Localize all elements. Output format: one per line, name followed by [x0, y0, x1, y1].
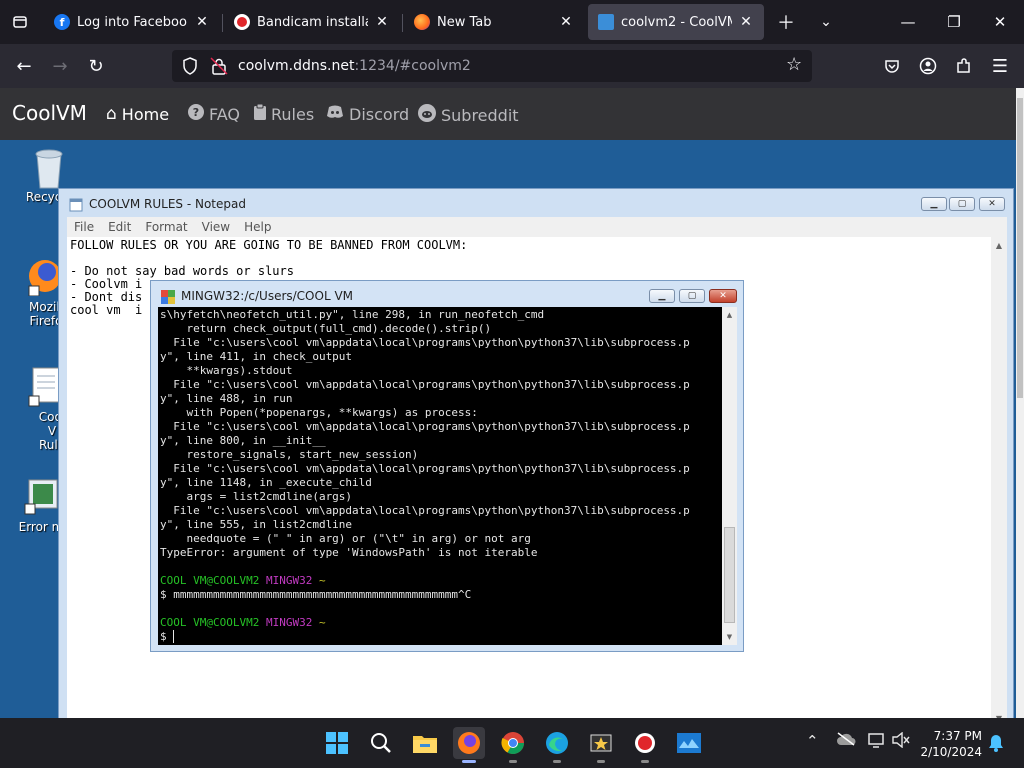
reddit-icon: [418, 104, 436, 127]
notepad-title: COOLVM RULES - Notepad: [89, 197, 246, 211]
notepad-scrollbar[interactable]: ▲ ▼: [991, 237, 1007, 718]
clipboard-icon: [254, 103, 266, 125]
volume-muted-icon[interactable]: [892, 731, 910, 752]
terminal-title: MINGW32:/c/Users/COOL VM: [181, 289, 354, 303]
nav-rules[interactable]: Rules: [254, 103, 314, 125]
terminal-output[interactable]: s\hyfetch\neofetch_util.py", line 298, i…: [158, 307, 722, 645]
system-clock[interactable]: 7:37 PM 2/10/2024: [914, 728, 982, 760]
menu-edit[interactable]: Edit: [108, 220, 131, 234]
video-editor-icon[interactable]: [585, 727, 617, 763]
start-windows-icon[interactable]: [321, 727, 353, 759]
page-lock-icon[interactable]: [210, 57, 228, 79]
tab-new-tab[interactable]: New Tab ✕: [404, 4, 584, 40]
mingw-icon: [161, 289, 175, 308]
site-brand[interactable]: CoolVM: [12, 101, 87, 125]
tab-strip: f Log into Facebook | Fa ✕ Bandicam inst…: [0, 0, 1024, 44]
question-icon: ?: [188, 104, 204, 125]
site-header: CoolVM ⌂ Home ? FAQ Rules Discord Subredd…: [0, 88, 1024, 140]
text-cursor: [173, 630, 181, 643]
taskbar: ⌃ 7:37 PM 2/10/2024: [0, 718, 1024, 768]
file-explorer-icon[interactable]: [409, 727, 441, 759]
minimize-icon[interactable]: ▁: [649, 289, 675, 303]
url-path: :1234/#coolvm2: [354, 58, 471, 74]
close-window-icon[interactable]: ✕: [980, 8, 1020, 36]
tab-facebook[interactable]: f Log into Facebook | Fa ✕: [44, 4, 220, 40]
vm-viewer-icon[interactable]: [673, 727, 705, 759]
nav-discord[interactable]: Discord: [326, 104, 409, 124]
restore-window-icon[interactable]: ❐: [934, 8, 974, 36]
tab-bandicam[interactable]: Bandicam installation c ✕: [224, 4, 400, 40]
minimize-window-icon[interactable]: —: [888, 8, 928, 36]
close-tab-icon[interactable]: ✕: [738, 14, 754, 30]
home-icon: ⌂: [106, 104, 117, 124]
shortcut-icon: [23, 476, 59, 516]
notification-bell-icon[interactable]: [988, 734, 1004, 756]
menu-view[interactable]: View: [202, 220, 230, 234]
firefox-taskbar-icon[interactable]: [453, 727, 485, 763]
extensions-icon[interactable]: [950, 52, 978, 80]
notepad-menu-bar: File Edit Format View Help: [67, 217, 1007, 237]
coolvm-icon: [598, 14, 614, 30]
search-icon[interactable]: [365, 727, 397, 759]
tab-coolvm2[interactable]: coolvm2 - CoolVM ✕: [588, 4, 764, 40]
account-icon[interactable]: [914, 52, 942, 80]
nav-subreddit[interactable]: Subreddit: [418, 104, 519, 127]
back-arrow-icon[interactable]: ←: [10, 52, 38, 80]
nav-faq[interactable]: ? FAQ: [188, 104, 240, 125]
chevron-down-icon[interactable]: ⌄: [812, 8, 840, 36]
terminal-scrollbar[interactable]: ▲ ▼: [722, 307, 737, 645]
tab-list-icon[interactable]: [6, 8, 34, 36]
close-tab-icon[interactable]: ✕: [194, 14, 210, 30]
menu-file[interactable]: File: [74, 220, 94, 234]
url-bar[interactable]: coolvm.ddns.net:1234/#coolvm2 ☆: [172, 50, 812, 82]
firefox-icon: [414, 14, 430, 30]
notepad-icon: [69, 197, 83, 216]
page-scrollbar[interactable]: [1016, 88, 1024, 718]
shield-icon[interactable]: [182, 57, 198, 79]
menu-help[interactable]: Help: [244, 220, 271, 234]
minimize-icon[interactable]: ▁: [921, 197, 947, 211]
bookmark-star-icon[interactable]: ☆: [786, 54, 802, 75]
network-icon[interactable]: [868, 732, 886, 752]
edge-icon[interactable]: [541, 727, 573, 763]
pocket-icon[interactable]: [878, 52, 906, 80]
svg-text:?: ?: [193, 106, 199, 119]
discord-icon: [326, 104, 344, 124]
facebook-icon: f: [54, 14, 70, 30]
menu-format[interactable]: Format: [145, 220, 187, 234]
bandicam-record-icon[interactable]: [629, 727, 661, 763]
terminal-window[interactable]: MINGW32:/c/Users/COOL VM ▁ ▢ ✕ s\hyfetch…: [150, 280, 744, 652]
url-host: coolvm.ddns.net: [238, 58, 355, 74]
close-icon[interactable]: ✕: [709, 289, 737, 303]
forward-arrow-icon[interactable]: →: [46, 52, 74, 80]
chevron-up-icon[interactable]: ⌃: [806, 732, 819, 750]
reload-icon[interactable]: ↻: [82, 52, 110, 80]
vm-screen[interactable]: Recycle Mozill Firefo Cool V Rule Error …: [0, 140, 1016, 718]
maximize-icon[interactable]: ▢: [949, 197, 975, 211]
new-tab-icon[interactable]: ＋: [772, 8, 800, 36]
bandicam-icon: [234, 14, 250, 30]
recycle-bin-icon: [31, 146, 67, 189]
navigation-toolbar: ← → ↻ coolvm.ddns.net:1234/#coolvm2 ☆ ☰: [0, 44, 1024, 88]
hamburger-menu-icon[interactable]: ☰: [986, 52, 1014, 80]
close-tab-icon[interactable]: ✕: [374, 14, 390, 30]
onedrive-cloud-icon[interactable]: [836, 732, 856, 750]
clock-date: 2/10/2024: [920, 745, 982, 759]
scrollbar-thumb[interactable]: [724, 527, 735, 623]
chrome-icon[interactable]: [497, 727, 529, 763]
clock-time: 7:37 PM: [933, 729, 982, 743]
maximize-icon[interactable]: ▢: [679, 289, 705, 303]
close-icon[interactable]: ✕: [979, 197, 1005, 211]
close-tab-icon[interactable]: ✕: [558, 14, 574, 30]
nav-home[interactable]: ⌂ Home: [106, 104, 169, 124]
